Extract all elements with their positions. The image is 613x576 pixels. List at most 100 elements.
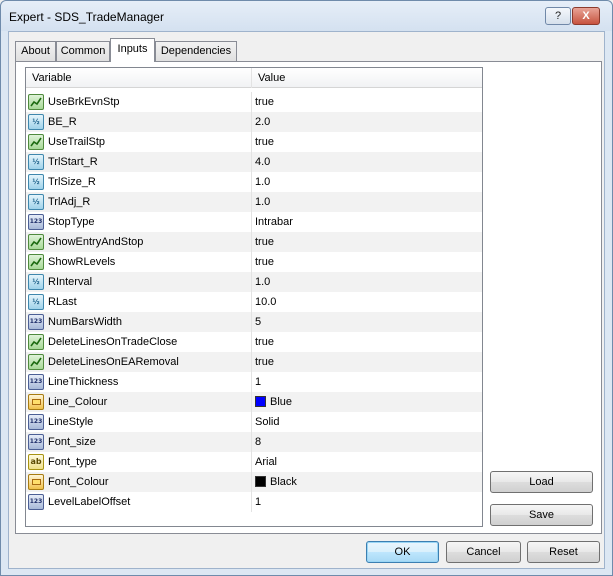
variable-cell: Font_Colour	[26, 472, 252, 492]
variable-cell: UseTrailStp	[26, 132, 252, 152]
value-cell[interactable]: Solid	[252, 412, 482, 432]
value-text: 1.0	[255, 276, 271, 288]
value-cell[interactable]: true	[252, 352, 482, 372]
variable-cell: ShowEntryAndStop	[26, 232, 252, 252]
table-row[interactable]: DeleteLinesOnTradeClose true	[26, 332, 482, 352]
string-icon: ab	[28, 454, 44, 470]
variable-name: TrlAdj_R	[48, 196, 91, 208]
variable-name: Font_Colour	[48, 476, 109, 488]
value-text: Blue	[270, 396, 293, 408]
value-text: 1	[255, 376, 262, 388]
value-text: 1	[255, 496, 262, 508]
value-cell[interactable]: 1	[252, 372, 482, 392]
color-swatch	[255, 396, 266, 407]
value-text: true	[255, 236, 274, 248]
double-icon: ½	[28, 194, 44, 210]
value-cell[interactable]: 4.0	[252, 152, 482, 172]
close-button[interactable]: X	[572, 7, 600, 25]
table-row[interactable]: ½ BE_R 2.0	[26, 112, 482, 132]
value-text: 1.0	[255, 196, 271, 208]
table-row[interactable]: UseBrkEvnStp true	[26, 92, 482, 112]
table-row[interactable]: ½ RInterval 1.0	[26, 272, 482, 292]
variable-name: TrlStart_R	[48, 156, 98, 168]
tab-common[interactable]: Common	[56, 41, 110, 61]
tab-dependencies[interactable]: Dependencies	[155, 41, 237, 61]
table-row[interactable]: ShowRLevels true	[26, 252, 482, 272]
value-text: 5	[255, 316, 262, 328]
variable-name: ShowEntryAndStop	[48, 236, 144, 248]
variable-name: UseTrailStp	[48, 136, 106, 148]
color-icon	[28, 394, 44, 410]
column-header-value[interactable]: Value	[252, 68, 482, 88]
int-icon: 123	[28, 434, 44, 450]
load-button[interactable]: Load	[490, 471, 593, 493]
value-cell[interactable]: true	[252, 332, 482, 352]
double-icon: ½	[28, 174, 44, 190]
table-row[interactable]: 123 Font_size 8	[26, 432, 482, 452]
tab-inputs[interactable]: Inputs	[110, 38, 155, 62]
table-row[interactable]: ½ TrlSize_R 1.0	[26, 172, 482, 192]
value-text: 4.0	[255, 156, 271, 168]
table-row[interactable]: 123 StopType Intrabar	[26, 212, 482, 232]
value-cell[interactable]: true	[252, 232, 482, 252]
ok-button[interactable]: OK	[366, 541, 439, 563]
column-header-variable[interactable]: Variable	[26, 68, 252, 88]
value-cell[interactable]: 1	[252, 492, 482, 512]
variable-name: Font_type	[48, 456, 97, 468]
value-cell[interactable]: 1.0	[252, 172, 482, 192]
variable-cell: Line_Colour	[26, 392, 252, 412]
table-row[interactable]: ½ RLast 10.0	[26, 292, 482, 312]
value-cell[interactable]: 1.0	[252, 272, 482, 292]
help-button[interactable]: ?	[545, 7, 571, 25]
value-cell[interactable]: Intrabar	[252, 212, 482, 232]
table-row[interactable]: UseTrailStp true	[26, 132, 482, 152]
value-cell[interactable]: Blue	[252, 392, 482, 412]
table-row[interactable]: ½ TrlAdj_R 1.0	[26, 192, 482, 212]
variable-name: NumBarsWidth	[48, 316, 122, 328]
table-row[interactable]: 123 LineStyle Solid	[26, 412, 482, 432]
value-cell[interactable]: true	[252, 92, 482, 112]
value-cell[interactable]: 10.0	[252, 292, 482, 312]
table-row[interactable]: ab Font_type Arial	[26, 452, 482, 472]
value-cell[interactable]: true	[252, 132, 482, 152]
value-cell[interactable]: true	[252, 252, 482, 272]
window-title: Expert - SDS_TradeManager	[9, 10, 164, 24]
value-text: 10.0	[255, 296, 277, 308]
variable-cell: 123 NumBarsWidth	[26, 312, 252, 332]
value-cell[interactable]: 1.0	[252, 192, 482, 212]
value-text: true	[255, 336, 274, 348]
double-icon: ½	[28, 294, 44, 310]
value-cell[interactable]: Arial	[252, 452, 482, 472]
value-cell[interactable]: 8	[252, 432, 482, 452]
value-cell[interactable]: 2.0	[252, 112, 482, 132]
table-row[interactable]: ShowEntryAndStop true	[26, 232, 482, 252]
variable-cell: ShowRLevels	[26, 252, 252, 272]
title-bar[interactable]: Expert - SDS_TradeManager ? X	[1, 1, 612, 31]
table-row[interactable]: DeleteLinesOnEARemoval true	[26, 352, 482, 372]
table-row[interactable]: Font_Colour Black	[26, 472, 482, 492]
color-swatch	[255, 476, 266, 487]
int-icon: 123	[28, 414, 44, 430]
reset-button[interactable]: Reset	[527, 541, 600, 563]
variable-name: Line_Colour	[48, 396, 108, 408]
variable-cell: ½ RLast	[26, 292, 252, 312]
save-button[interactable]: Save	[490, 504, 593, 526]
variable-cell: DeleteLinesOnEARemoval	[26, 352, 252, 372]
variable-name: RLast	[48, 296, 77, 308]
double-icon: ½	[28, 274, 44, 290]
variable-cell: ½ TrlStart_R	[26, 152, 252, 172]
tab-about[interactable]: About	[15, 41, 56, 61]
table-row[interactable]: Line_Colour Blue	[26, 392, 482, 412]
value-cell[interactable]: 5	[252, 312, 482, 332]
int-icon: 123	[28, 374, 44, 390]
table-row[interactable]: 123 NumBarsWidth 5	[26, 312, 482, 332]
variable-name: Font_size	[48, 436, 96, 448]
table-row[interactable]: 123 LevelLabelOffset 1	[26, 492, 482, 512]
value-text: 2.0	[255, 116, 271, 128]
value-cell[interactable]: Black	[252, 472, 482, 492]
table-row[interactable]: 123 LineThickness 1	[26, 372, 482, 392]
grid-rows: UseBrkEvnStp true ½ BE_R 2.0 UseTrailStp true ½…	[26, 92, 482, 512]
cancel-button[interactable]: Cancel	[446, 541, 521, 563]
table-row[interactable]: ½ TrlStart_R 4.0	[26, 152, 482, 172]
variable-cell: 123 LevelLabelOffset	[26, 492, 252, 512]
